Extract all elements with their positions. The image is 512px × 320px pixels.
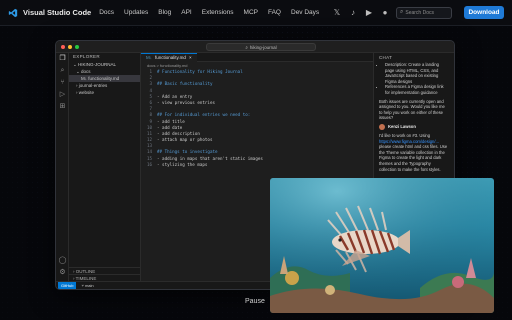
- maximize-window-icon[interactable]: [75, 45, 79, 49]
- explorer-files-icon[interactable]: ❐: [56, 53, 69, 65]
- vscode-logo-icon: [8, 8, 18, 17]
- search-input[interactable]: [405, 8, 448, 17]
- nav-right: 𝕏 ♪ ▶ ● ⌕ Download: [332, 6, 504, 19]
- tab-functionality-md[interactable]: M↓ functionality.md ×: [141, 53, 197, 62]
- source-control-icon[interactable]: ⑂: [56, 77, 69, 89]
- lionfish-video-frame: [270, 178, 494, 313]
- tree-item-journal-entries-folder[interactable]: › journal-entries: [69, 82, 140, 89]
- activity-bar: ❐ ⌕ ⑂ ▷ ⊞ ◯ ⚙: [56, 53, 69, 281]
- search-box[interactable]: ⌕: [396, 6, 452, 19]
- chat-bullet: References a Figma design link for imple…: [385, 84, 449, 95]
- tree-item-website-folder[interactable]: › website: [69, 89, 140, 96]
- gear-icon[interactable]: ⚙: [56, 267, 69, 279]
- video-player[interactable]: [270, 178, 494, 313]
- tiktok-icon[interactable]: ♪: [348, 8, 358, 18]
- brand-name: Visual Studio Code: [23, 8, 92, 17]
- timeline-section[interactable]: › TIMELINE: [69, 274, 140, 281]
- video-pause-caption[interactable]: Pause: [245, 298, 265, 305]
- explorer-panel: EXPLORER ⌄ HIKING-JOURNAL ⌄ docs M↓ func…: [69, 53, 141, 281]
- close-icon[interactable]: ×: [189, 54, 192, 62]
- close-window-icon[interactable]: [61, 45, 65, 49]
- nav-link-updates[interactable]: Updates: [124, 9, 148, 16]
- nav-link-blog[interactable]: Blog: [158, 9, 171, 16]
- chat-message: I'd like to work on #3. Using https://ww…: [379, 132, 448, 172]
- run-debug-icon[interactable]: ▷: [56, 89, 69, 101]
- command-center-label: hiking-journal: [249, 44, 277, 50]
- chat-summary: Both issues are currently open and assig…: [379, 98, 445, 121]
- minimize-window-icon[interactable]: [68, 45, 72, 49]
- chat-body: Description: Create a landing page using…: [374, 62, 454, 172]
- extensions-icon[interactable]: ⊞: [56, 101, 69, 113]
- code-content[interactable]: 1 # Functionality for Hiking Journal 2 3 #…: [141, 69, 373, 168]
- nav-link-extensions[interactable]: Extensions: [202, 9, 234, 16]
- tree-item-docs-folder[interactable]: ⌄ docs: [69, 68, 140, 75]
- command-center[interactable]: ⌕ hiking-journal: [206, 43, 316, 51]
- outline-section[interactable]: › OUTLINE: [69, 267, 140, 274]
- github-icon[interactable]: ●: [380, 8, 390, 18]
- x-social-icon[interactable]: 𝕏: [332, 8, 342, 18]
- tree-item-functionality-file[interactable]: M↓ functionality.md: [69, 75, 140, 82]
- code-line: 16- stylizing the maps: [146, 161, 208, 167]
- chat-title: CHAT: [379, 55, 393, 60]
- chat-user-name: Kenzi Lawson: [388, 124, 416, 130]
- tree-item-root-folder[interactable]: ⌄ HIKING-JOURNAL: [69, 61, 140, 68]
- search-icon: ⌕: [400, 9, 404, 15]
- editor-tabs: M↓ functionality.md ×: [141, 53, 373, 62]
- status-branch[interactable]: ⑂ main: [81, 283, 93, 288]
- window-controls: [61, 45, 79, 49]
- nav-links: Docs Updates Blog API Extensions MCP FAQ…: [99, 9, 319, 16]
- status-remote[interactable]: GitHub: [58, 281, 77, 289]
- search-icon[interactable]: ⌕: [56, 65, 69, 77]
- explorer-footer: › OUTLINE › TIMELINE: [69, 267, 140, 281]
- nav-link-docs[interactable]: Docs: [99, 9, 114, 16]
- brand[interactable]: Visual Studio Code: [8, 8, 91, 18]
- download-button[interactable]: Download: [464, 6, 504, 19]
- nav-link-mcp[interactable]: MCP: [244, 9, 258, 16]
- search-icon: ⌕: [245, 44, 248, 50]
- nav-link-api[interactable]: API: [181, 9, 191, 16]
- chat-user-header: Kenzi Lawson: [379, 123, 449, 130]
- breadcrumb[interactable]: docs > functionality.md: [141, 62, 373, 69]
- chat-bullet: Description: Create a landing page using…: [385, 62, 449, 84]
- account-icon[interactable]: ◯: [56, 255, 69, 267]
- explorer-title: EXPLORER: [73, 54, 100, 59]
- youtube-icon[interactable]: ▶: [364, 8, 374, 18]
- nav-link-dev-days[interactable]: Dev Days: [291, 9, 319, 16]
- title-bar: ⌕ hiking-journal: [56, 41, 454, 53]
- site-nav-bar: Visual Studio Code Docs Updates Blog API…: [0, 0, 512, 26]
- tab-label: functionality.md: [155, 55, 186, 60]
- figma-link[interactable]: https://www.figma.com/design/...: [379, 139, 439, 144]
- markdown-file-icon: M↓: [146, 55, 152, 60]
- avatar: [379, 123, 385, 130]
- nav-link-faq[interactable]: FAQ: [268, 9, 281, 16]
